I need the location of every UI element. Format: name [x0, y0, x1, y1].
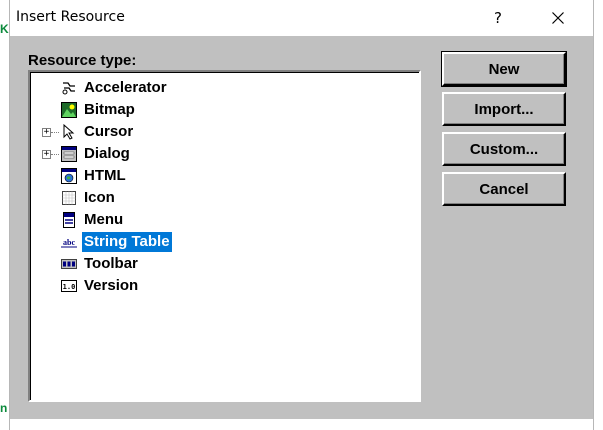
dialog-icon [60, 145, 78, 163]
tree-item-label: Dialog [84, 145, 130, 162]
help-button[interactable]: ? [475, 0, 521, 36]
close-button[interactable] [535, 0, 581, 36]
tree-item-label: Accelerator [84, 79, 167, 96]
html-icon [60, 167, 78, 185]
expand-icon[interactable]: + [42, 149, 51, 159]
cancel-button[interactable]: Cancel [442, 172, 566, 206]
title-bar: Insert Resource ? [10, 0, 593, 36]
icon-resource-icon [60, 189, 78, 207]
close-icon [552, 12, 564, 24]
toolbar-icon [60, 255, 78, 273]
svg-text:1.0: 1.0 [63, 283, 76, 291]
tree-connector [51, 131, 59, 133]
svg-text:abc: abc [63, 238, 75, 247]
window-title: Insert Resource [16, 9, 125, 25]
tree-item-label: Version [84, 277, 139, 294]
import-button[interactable]: Import... [442, 92, 566, 126]
new-button[interactable]: New [441, 51, 567, 87]
cursor-icon [60, 123, 78, 141]
tree-item-label: Icon [84, 189, 115, 206]
insert-resource-dialog: Insert Resource ? Resource type: Acceler… [9, 0, 594, 430]
background-window-fragment-bottom: n [0, 401, 8, 415]
resource-type-label: Resource type: [28, 52, 137, 69]
tree-item-label: Menu [84, 211, 124, 228]
menu-icon [60, 211, 78, 229]
bitmap-icon [60, 101, 78, 119]
tree-item-label: Bitmap [84, 101, 135, 118]
tree-item-label: HTML [84, 167, 126, 184]
tree-item-label: Cursor [84, 123, 134, 140]
version-icon: 1.0 [60, 277, 78, 295]
tree-item-label: String Table [82, 232, 172, 252]
tree-item-label: Toolbar [84, 255, 138, 272]
expand-icon[interactable]: + [42, 127, 51, 137]
dialog-client-area: Resource type: Accelerator Bitmap + Curs… [10, 36, 593, 419]
resource-type-tree[interactable]: Accelerator Bitmap + Cursor + Dialog HTM… [28, 70, 421, 402]
accelerator-icon [60, 79, 78, 97]
custom-button[interactable]: Custom... [442, 132, 566, 166]
string-table-icon: abc [60, 233, 78, 251]
tree-connector [51, 153, 59, 155]
